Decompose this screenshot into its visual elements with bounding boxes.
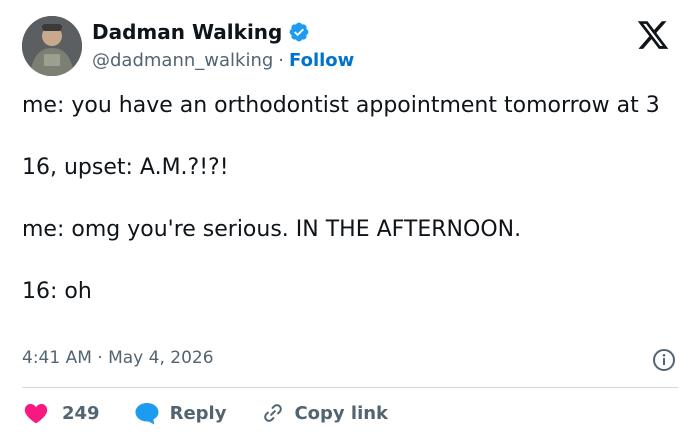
reply-label: Reply <box>169 402 227 424</box>
action-bar: 249 Reply Copy link <box>24 398 388 428</box>
handle-separator: · <box>278 50 285 71</box>
tweet-line: 16: oh <box>22 279 92 304</box>
avatar[interactable] <box>22 16 82 76</box>
info-icon[interactable] <box>652 348 676 372</box>
tweet-line: 16, upset: A.M.?!?! <box>22 155 229 180</box>
avatar-image <box>22 16 82 76</box>
copy-link-label: Copy link <box>294 402 389 424</box>
copy-link-button[interactable]: Copy link <box>252 402 388 424</box>
author-handle[interactable]: @dadmann_walking <box>92 50 273 71</box>
x-logo-icon[interactable] <box>636 18 670 52</box>
link-icon <box>262 402 284 424</box>
like-count: 249 <box>62 402 100 424</box>
follow-button[interactable]: Follow <box>289 50 354 71</box>
tweet-text: me: you have an orthodontist appointment… <box>22 90 662 307</box>
divider <box>22 387 678 388</box>
tweet-line: me: omg you're serious. IN THE AFTERNOON… <box>22 217 522 242</box>
reply-button[interactable]: Reply <box>124 401 227 425</box>
verified-badge-icon <box>288 21 310 43</box>
heart-icon <box>24 402 48 424</box>
reply-bubble-icon <box>134 401 160 425</box>
author-name[interactable]: Dadman Walking <box>92 20 282 44</box>
like-button[interactable]: 249 <box>24 402 100 424</box>
tweet-timestamp[interactable]: 4:41 AM · May 4, 2026 <box>22 348 214 368</box>
tweet-line: me: you have an orthodontist appointment… <box>22 93 660 118</box>
